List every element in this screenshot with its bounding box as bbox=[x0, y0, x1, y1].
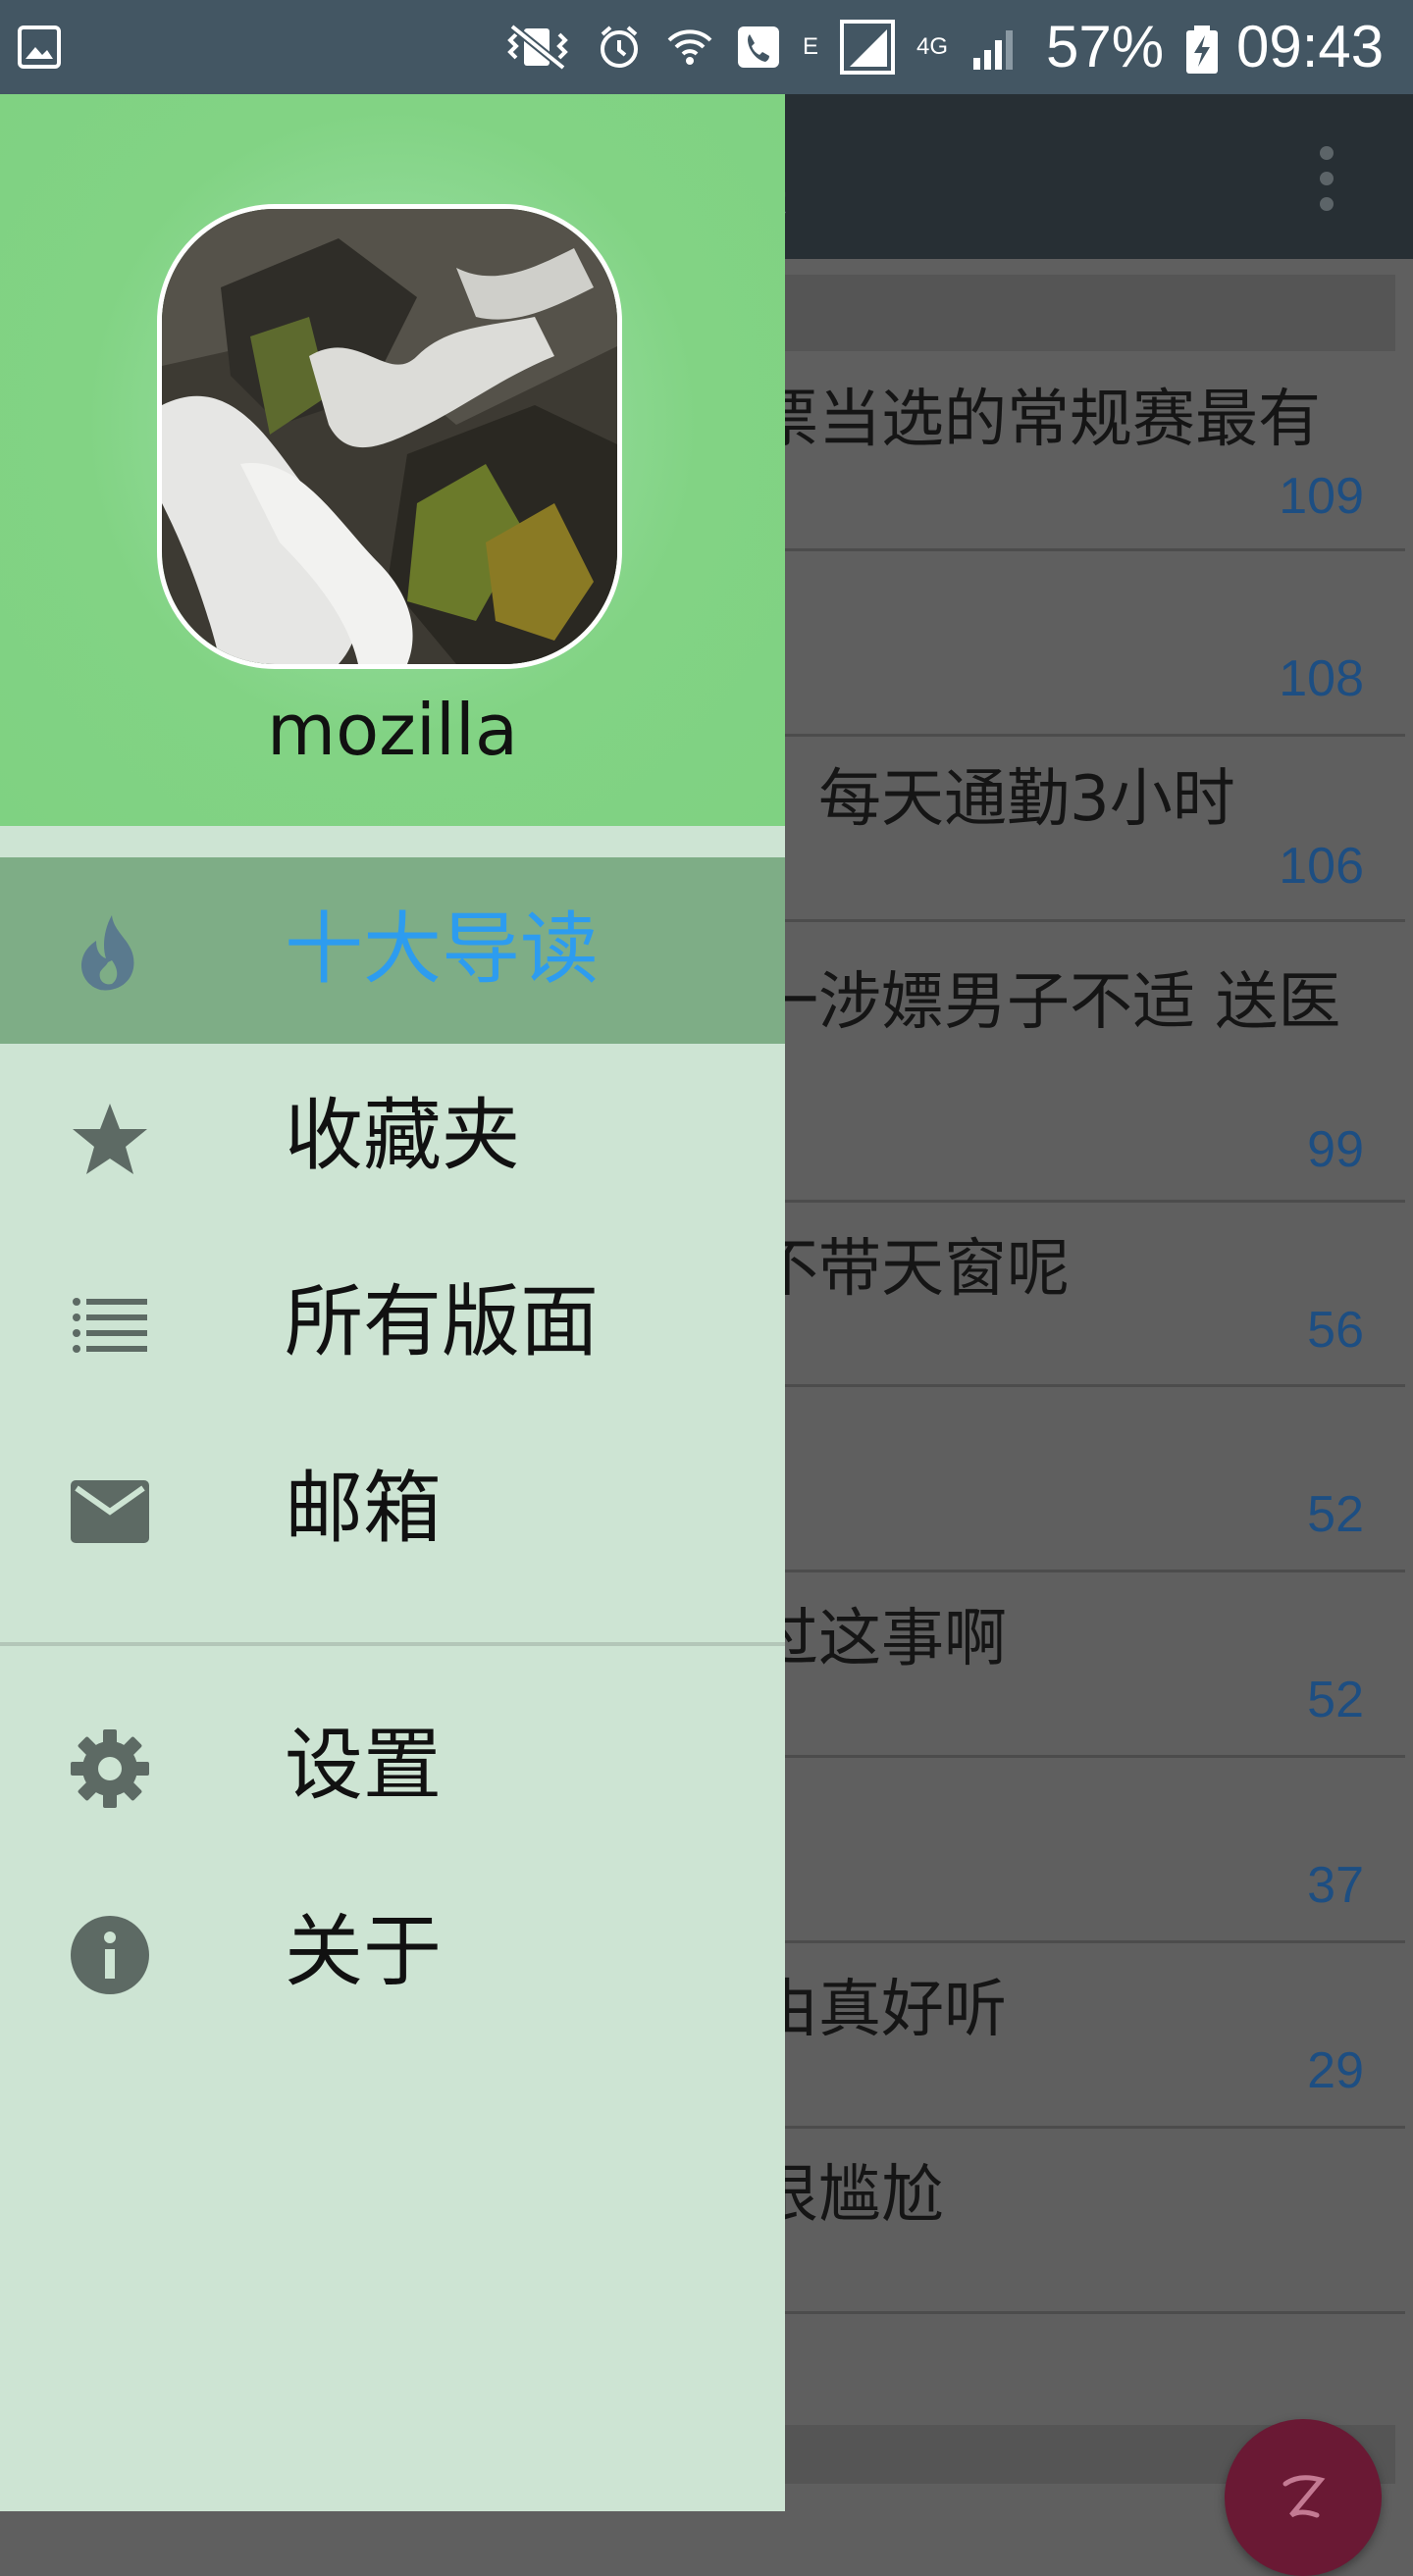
battery-percent: 57% bbox=[1046, 14, 1165, 79]
wifi-icon bbox=[667, 29, 712, 65]
topic-title: 过这事啊 bbox=[756, 1603, 1007, 1675]
network-e-label: E bbox=[803, 33, 819, 60]
network-4g-label: 4G bbox=[916, 33, 949, 60]
topic-title: 不带天窗呢 bbox=[756, 1233, 1070, 1306]
topic-title: 由真好听 bbox=[756, 1974, 1007, 2046]
list-icon bbox=[73, 1298, 147, 1353]
reply-count: 106 bbox=[1279, 838, 1364, 895]
list-header-strip bbox=[785, 275, 1395, 351]
signal-4g-icon bbox=[973, 30, 1014, 70]
reply-count: 56 bbox=[1307, 1302, 1364, 1359]
reply-count: 108 bbox=[1279, 650, 1364, 707]
navigation-drawer: mozilla 十大导读 收藏夹 所有版面 邮箱 设置 关于 bbox=[0, 94, 785, 2511]
reply-count: 52 bbox=[1307, 1486, 1364, 1543]
topic-title: ，每天通勤3小时 bbox=[756, 763, 1235, 836]
alarm-icon bbox=[601, 26, 638, 68]
drawer-divider bbox=[0, 1642, 785, 1646]
status-icons: E 4G bbox=[502, 18, 1040, 77]
topic-title: 一涉嫖男子不适 送医 bbox=[756, 966, 1341, 1039]
mail-icon bbox=[71, 1480, 149, 1543]
avatar[interactable] bbox=[157, 204, 622, 669]
nav-item-favorites[interactable]: 收藏夹 bbox=[0, 1044, 785, 1230]
username: mozilla bbox=[266, 689, 519, 771]
reply-count: 52 bbox=[1307, 1672, 1364, 1728]
topic-title: 票当选的常规赛最有 bbox=[756, 384, 1321, 456]
drawer-header: mozilla bbox=[0, 94, 785, 826]
nav-item-settings[interactable]: 设置 bbox=[0, 1674, 785, 1860]
nav-label: 邮箱 bbox=[285, 1463, 442, 1554]
star-icon bbox=[73, 1104, 147, 1174]
reply-count: 29 bbox=[1307, 2042, 1364, 2099]
compose-icon bbox=[1282, 2475, 1326, 2518]
clock: 09:43 bbox=[1236, 14, 1385, 79]
nav-label: 所有版面 bbox=[285, 1276, 599, 1367]
nav-label: 关于 bbox=[285, 1906, 442, 1997]
reply-count: 109 bbox=[1279, 468, 1364, 525]
nav-label: 十大导读 bbox=[285, 903, 599, 995]
more-vert-icon[interactable] bbox=[1309, 143, 1344, 214]
reply-count: 99 bbox=[1307, 1121, 1364, 1178]
call-icon bbox=[738, 26, 779, 68]
nav-item-all-boards[interactable]: 所有版面 bbox=[0, 1230, 785, 1417]
reply-count: 37 bbox=[1307, 1857, 1364, 1914]
gear-icon bbox=[71, 1729, 149, 1808]
signal-icon bbox=[840, 20, 896, 75]
compose-fab[interactable] bbox=[1225, 2419, 1382, 2576]
info-icon bbox=[71, 1916, 149, 1994]
gallery-icon bbox=[18, 26, 61, 69]
avatar-waterfall-image bbox=[162, 209, 617, 664]
vibrate-icon bbox=[507, 23, 568, 72]
battery-charging-icon bbox=[1186, 26, 1218, 74]
nav-label: 收藏夹 bbox=[285, 1090, 520, 1181]
flame-icon bbox=[80, 915, 134, 991]
nav-item-about[interactable]: 关于 bbox=[0, 1860, 785, 2046]
nav-item-top-ten[interactable]: 十大导读 bbox=[0, 857, 785, 1044]
nav-item-mailbox[interactable]: 邮箱 bbox=[0, 1417, 785, 1603]
status-bar: E 4G 57% 09:43 bbox=[0, 0, 1413, 94]
nav-label: 设置 bbox=[285, 1720, 442, 1811]
